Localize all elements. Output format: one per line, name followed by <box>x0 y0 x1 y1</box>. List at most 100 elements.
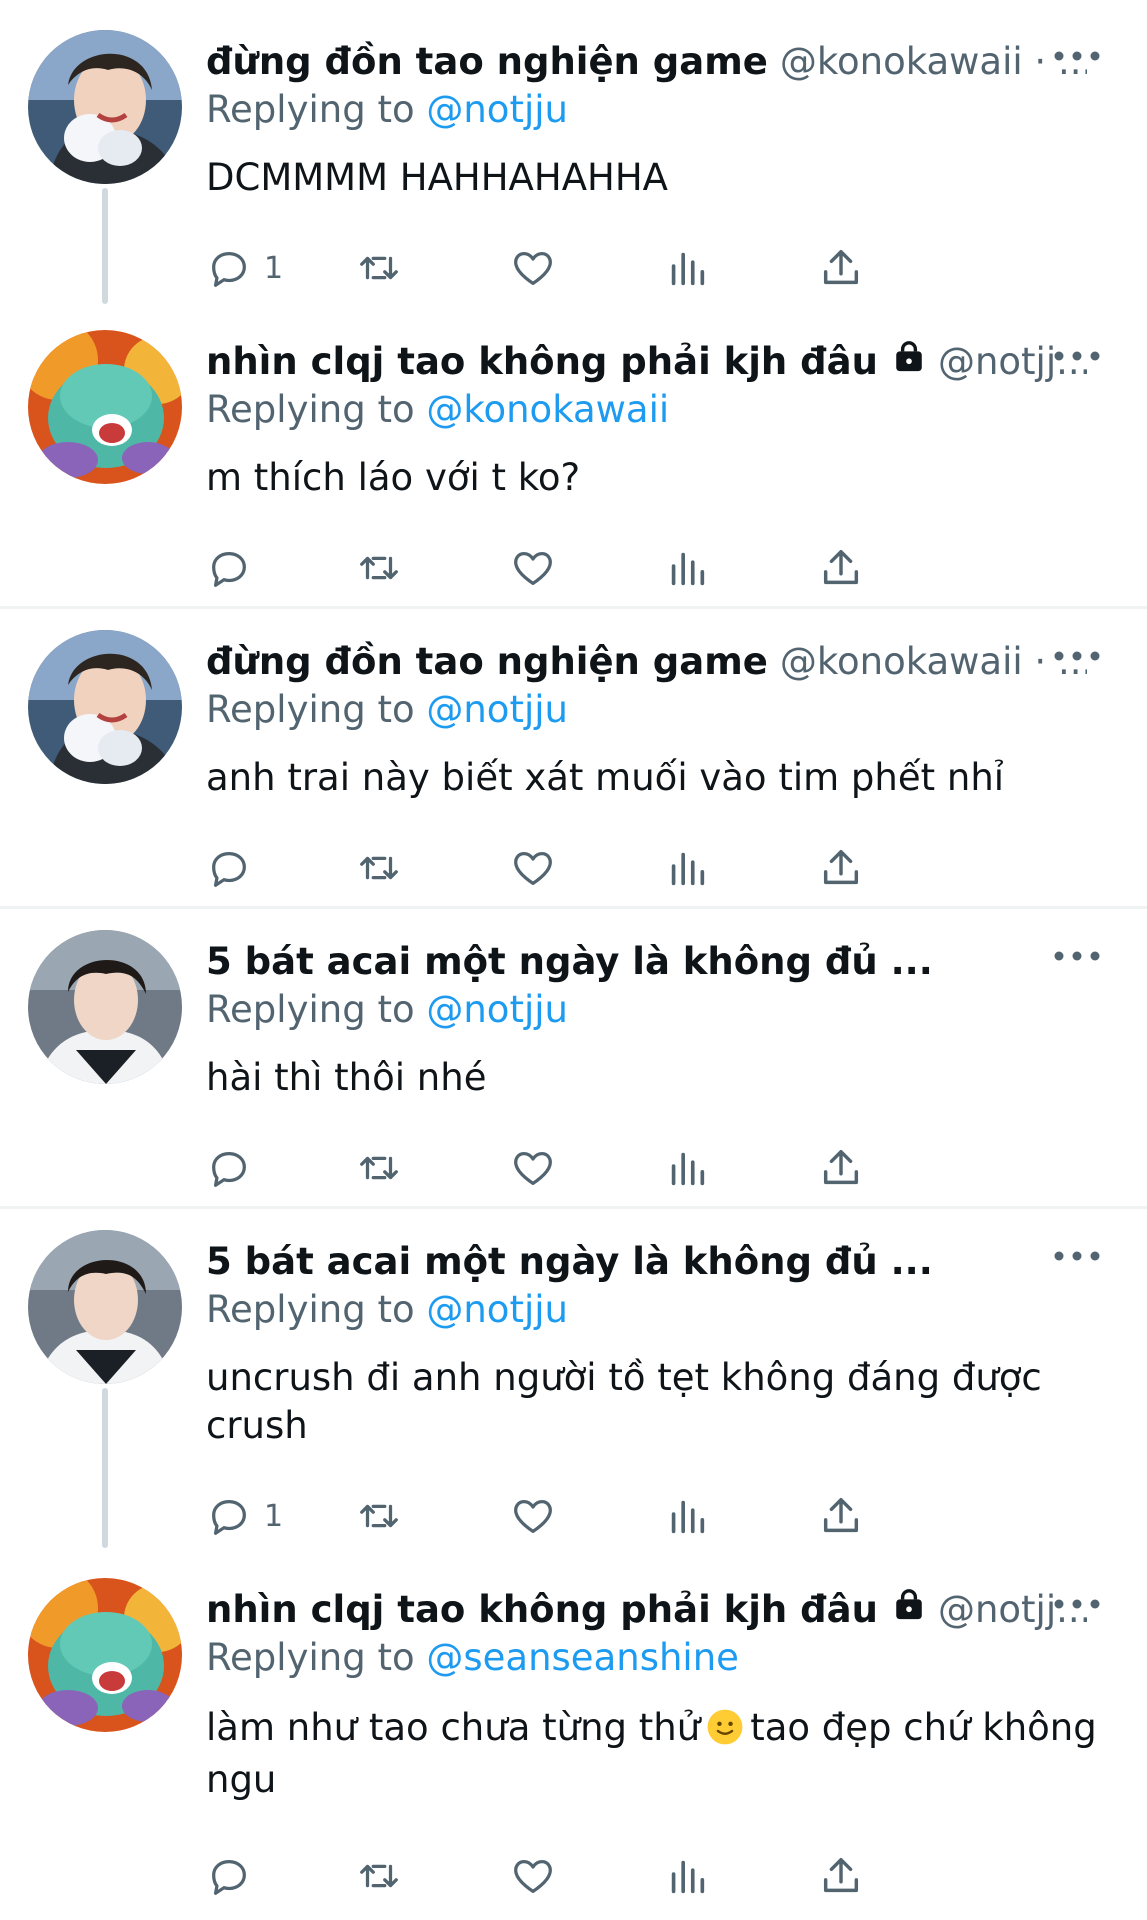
heart-icon <box>514 1499 552 1533</box>
reply-button[interactable]: 1 <box>206 1486 283 1546</box>
tweet-text-before-emoji: làm như tao chưa từng thử <box>206 1706 701 1749</box>
views-bar-chart-icon <box>671 1500 705 1534</box>
replying-to: Replying to @notjju <box>206 1288 568 1331</box>
tweet-text: làm như tao chưa từng thử tao đẹp chứ khô… <box>206 1702 1107 1806</box>
reply-mention-link[interactable]: @notjju <box>426 1288 568 1331</box>
action-bar <box>206 1846 1026 1906</box>
reply-mention-link[interactable]: @seanseanshine <box>426 1636 739 1679</box>
thread-connector <box>102 188 108 304</box>
avatar[interactable] <box>28 1578 182 1732</box>
retweet-button[interactable] <box>356 838 402 898</box>
views-button[interactable] <box>664 838 710 898</box>
reply-bubble-icon <box>212 1859 246 1895</box>
reply-button[interactable] <box>206 838 264 898</box>
reply-count: 1 <box>264 250 284 286</box>
like-button[interactable] <box>510 1138 556 1198</box>
avatar[interactable] <box>28 1230 182 1384</box>
tweet-text: uncrush đi anh người tồ tẹt không đáng đ… <box>206 1356 1042 1447</box>
share-button[interactable] <box>818 238 864 298</box>
tweet-text: anh trai này biết xát muối vào tim phết … <box>206 756 1005 799</box>
display-name[interactable]: 5 bát acai một ngày là không đủ ... <box>206 1240 933 1283</box>
like-button[interactable] <box>510 1486 556 1546</box>
share-button[interactable] <box>818 838 864 898</box>
retweet-button[interactable] <box>356 238 402 298</box>
replying-to-label: Replying to <box>206 688 427 731</box>
more-dots-icon[interactable] <box>1047 636 1107 676</box>
views-bar-chart-icon <box>671 1860 705 1894</box>
like-button[interactable] <box>510 838 556 898</box>
like-button[interactable] <box>510 538 556 598</box>
share-button[interactable] <box>818 1138 864 1198</box>
reply-button[interactable] <box>206 1846 264 1906</box>
views-button[interactable] <box>664 238 710 298</box>
display-name[interactable]: đừng đồn tao nghiện game <box>206 640 768 683</box>
user-handle[interactable]: @konokawaii · ... <box>780 40 1087 83</box>
reply-count: 1 <box>264 1498 284 1534</box>
avatar-selfie-boy[interactable] <box>28 930 182 1084</box>
display-name[interactable]: nhìn clqj tao không phải kjh đâu <box>206 340 878 383</box>
retweet-icon <box>360 556 398 580</box>
views-button[interactable] <box>664 1138 710 1198</box>
like-button[interactable] <box>510 238 556 298</box>
more-dots-icon[interactable] <box>1047 336 1107 376</box>
retweet-button[interactable] <box>356 1846 402 1906</box>
views-button[interactable] <box>664 1486 710 1546</box>
share-upload-icon <box>823 1149 859 1185</box>
reply-button[interactable] <box>206 1138 264 1198</box>
action-bar <box>206 538 1026 598</box>
lock-icon <box>892 1588 926 1622</box>
reply-mention-link[interactable]: @notjju <box>426 88 568 131</box>
avatar-anime-boy[interactable] <box>28 630 182 784</box>
views-button[interactable] <box>664 1846 710 1906</box>
share-button[interactable] <box>818 538 864 598</box>
avatar[interactable] <box>28 630 182 784</box>
reply-mention-link[interactable]: @notjju <box>426 988 568 1031</box>
reply-mention-link[interactable]: @notjju <box>426 688 568 731</box>
like-button[interactable] <box>510 1846 556 1906</box>
tweet-divider <box>0 906 1147 909</box>
avatar[interactable] <box>28 30 182 184</box>
more-dots-icon[interactable] <box>1047 936 1107 976</box>
tweet-text: DCMMMM HAHHAHAHHA <box>206 156 668 199</box>
reply-button[interactable] <box>206 538 264 598</box>
views-bar-chart-icon <box>671 552 705 586</box>
reply-button[interactable]: 1 <box>206 238 283 298</box>
display-name[interactable]: nhìn clqj tao không phải kjh đâu <box>206 1588 878 1631</box>
views-bar-chart-icon <box>671 1152 705 1186</box>
replying-to-label: Replying to <box>206 988 427 1031</box>
reply-thread-feed: đừng đồn tao nghiện game @konokawaii · .… <box>0 0 1147 1920</box>
reply-bubble-icon <box>212 1151 246 1187</box>
retweet-button[interactable] <box>356 538 402 598</box>
heart-icon <box>514 251 552 285</box>
display-name[interactable]: đừng đồn tao nghiện game <box>206 40 768 83</box>
avatar-green-creature[interactable] <box>28 330 182 484</box>
action-bar: 1 <box>206 238 1026 298</box>
share-button[interactable] <box>818 1486 864 1546</box>
action-bar <box>206 1138 1026 1198</box>
replying-to: Replying to @seanseanshine <box>206 1636 739 1679</box>
replying-to-label: Replying to <box>206 88 427 131</box>
avatar[interactable] <box>28 930 182 1084</box>
retweet-icon <box>360 1504 398 1528</box>
retweet-button[interactable] <box>356 1486 402 1546</box>
action-bar: 1 <box>206 1486 1026 1546</box>
more-dots-icon[interactable] <box>1047 36 1107 76</box>
more-dots-icon[interactable] <box>1047 1584 1107 1624</box>
avatar-selfie-boy[interactable] <box>28 1230 182 1384</box>
replying-to-label: Replying to <box>206 388 427 431</box>
views-bar-chart-icon <box>671 852 705 886</box>
share-button[interactable] <box>818 1846 864 1906</box>
tweet-text: hài thì thôi nhé <box>206 1056 487 1099</box>
retweet-icon <box>360 1864 398 1888</box>
replying-to-label: Replying to <box>206 1636 427 1679</box>
avatar-anime-boy[interactable] <box>28 30 182 184</box>
avatar[interactable] <box>28 330 182 484</box>
more-dots-icon[interactable] <box>1047 1236 1107 1276</box>
user-handle[interactable]: @konokawaii · ... <box>780 640 1087 683</box>
reply-mention-link[interactable]: @konokawaii <box>426 388 669 431</box>
thread-connector <box>102 1388 108 1548</box>
avatar-green-creature[interactable] <box>28 1578 182 1732</box>
views-button[interactable] <box>664 538 710 598</box>
retweet-button[interactable] <box>356 1138 402 1198</box>
display-name[interactable]: 5 bát acai một ngày là không đủ ... <box>206 940 933 983</box>
